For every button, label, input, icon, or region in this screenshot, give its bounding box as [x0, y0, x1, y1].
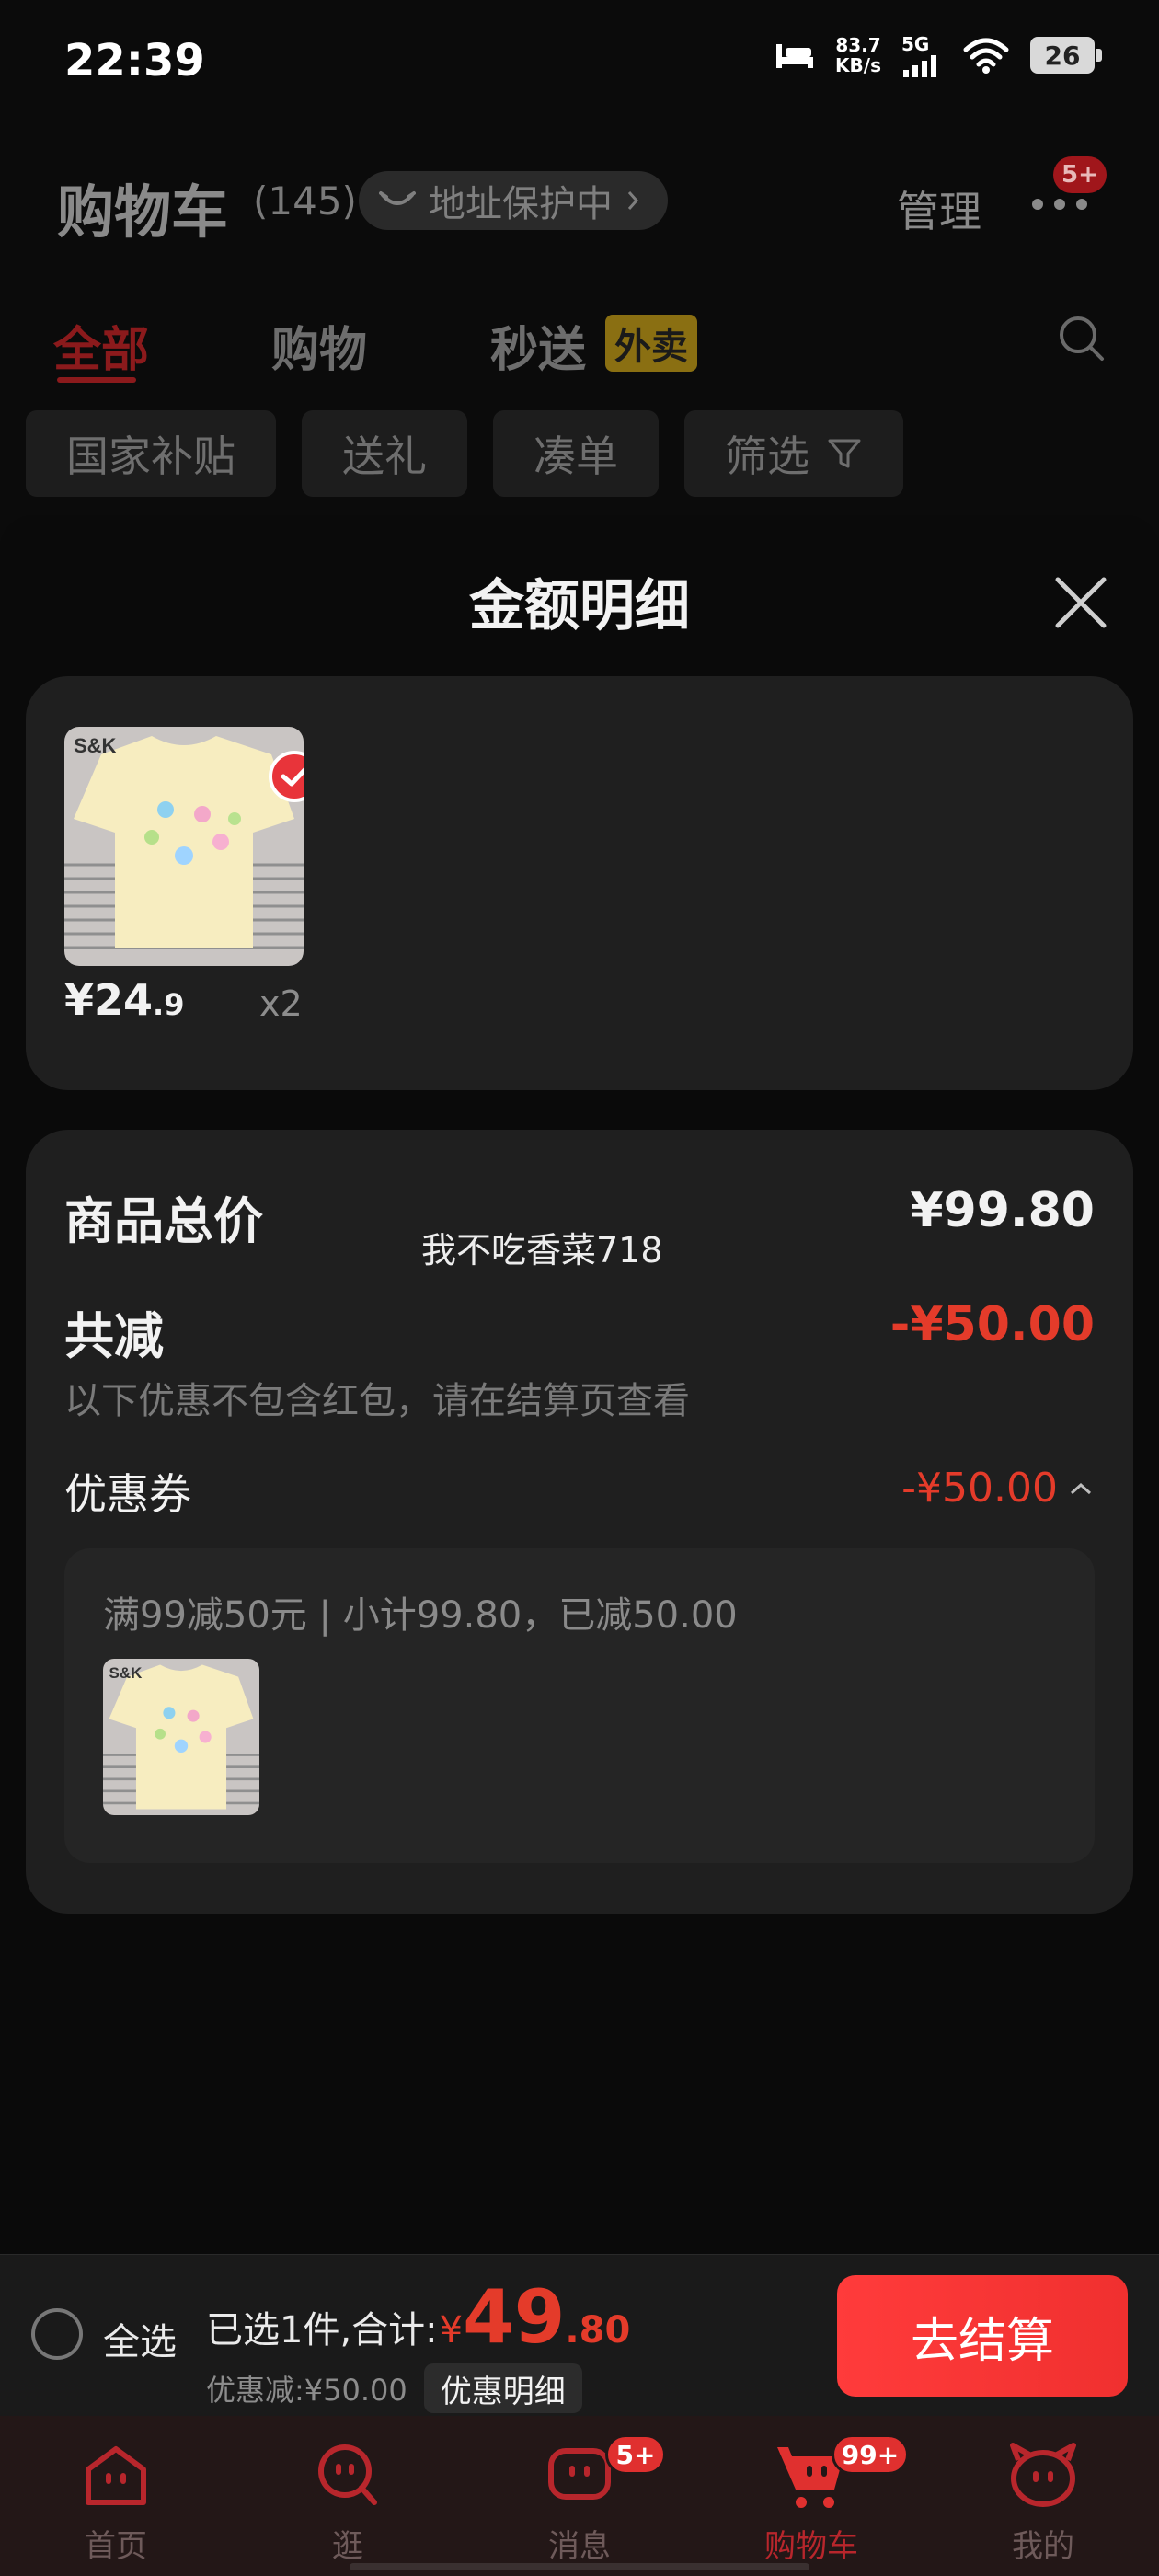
status-bar: 22:39 83.7 KB/s 5G 26: [0, 0, 1159, 129]
coupon-label: 优惠券: [64, 1469, 191, 1519]
nav-label: 首页: [85, 2528, 147, 2565]
product-image[interactable]: S&K: [64, 727, 304, 966]
tshirt-image: S&K: [64, 727, 304, 966]
tab-express[interactable]: 秒送: [490, 311, 586, 380]
tab-active-underline: [57, 377, 136, 383]
checkout-button[interactable]: 去结算: [837, 2275, 1128, 2397]
product-price: ¥24.9: [64, 975, 184, 1025]
total-label: 商品总价: [64, 1192, 263, 1250]
manage-button[interactable]: 管理: [897, 178, 981, 239]
tab-all[interactable]: 全部: [53, 311, 149, 380]
more-icon[interactable]: [1028, 193, 1093, 212]
price-detail-card: 商品总价 ¥99.80 我不吃香菜718 共减 -¥50.00 以下优惠不包含红…: [26, 1130, 1133, 1914]
browse-icon: [318, 2444, 377, 2505]
status-time: 22:39: [64, 35, 205, 86]
app-root: 22:39 83.7 KB/s 5G 26 购物车 (145) 地址保护中 管理…: [0, 0, 1159, 2576]
user-watermark: 我不吃香菜718: [421, 1230, 663, 1271]
tshirt-image: S&K: [103, 1659, 259, 1815]
sum-line: 已选1件,合计: ¥ 49 .80: [206, 2281, 630, 2354]
network-type: 5G: [901, 33, 930, 55]
filter-chips: 国家补贴 送礼 凑单 筛选: [26, 410, 903, 497]
address-protection-label: 地址保护中: [429, 183, 613, 225]
wifi-icon: [963, 38, 1009, 74]
takeout-tag: 外卖: [605, 315, 697, 372]
checkout-bar: 全选 已选1件,合计: ¥ 49 .80 优惠减:¥50.00 优惠明细 去结算: [0, 2254, 1159, 2416]
signal-icon: [903, 55, 936, 77]
tab-shopping[interactable]: 购物: [271, 311, 367, 380]
nav-home[interactable]: 首页: [24, 2434, 208, 2566]
brand-logo: S&K: [109, 1664, 143, 1682]
total-amount-dec: .80: [565, 2309, 631, 2352]
nav-label: 我的: [1012, 2528, 1074, 2565]
net-speed-value: 83.7: [835, 34, 881, 56]
amount-detail-sheet: 金额明细 S&K ¥24.9 x2 商品总价 ¥99.80 我不吃香菜718 共…: [0, 515, 1159, 2263]
coupon-toggle[interactable]: -¥50.00: [901, 1465, 1095, 1512]
coupon-value: -¥50.00: [901, 1465, 1058, 1512]
cart-badge: 99+: [832, 2434, 909, 2475]
nav-cart[interactable]: 购物车 99+: [719, 2434, 909, 2566]
reduce-label: 共减: [64, 1307, 164, 1365]
chevron-up-icon: [1070, 1482, 1092, 1494]
filter-label: 国家补贴: [66, 431, 235, 481]
chevron-right-icon: [627, 191, 639, 210]
nav-browse[interactable]: 逛: [256, 2434, 440, 2566]
close-icon[interactable]: [1049, 570, 1113, 635]
status-icons: 83.7 KB/s 5G 26: [775, 33, 1102, 77]
net-speed-unit: KB/s: [835, 54, 881, 76]
messages-badge: 5+: [605, 2434, 666, 2475]
sheet-title: 金额明细: [469, 574, 690, 638]
price-dec: .9: [153, 987, 185, 1022]
filter-label: 筛选: [725, 431, 809, 481]
page-title: 购物车: [57, 178, 229, 246]
reduce-note: 以下优惠不包含红包，请在结算页查看: [64, 1380, 690, 1422]
nav-label: 购物车: [764, 2528, 858, 2565]
selected-check-icon[interactable]: [269, 751, 304, 802]
bed-icon: [776, 44, 814, 68]
discount-detail-button[interactable]: 优惠明细: [423, 2363, 582, 2413]
currency-symbol: ¥: [439, 2309, 464, 2352]
price-int: ¥24: [64, 975, 154, 1025]
nav-profile[interactable]: 我的: [951, 2434, 1135, 2566]
smile-icon: [379, 191, 416, 205]
coupon-description: 满99减50元 | 小计99.80，已减50.00: [103, 1594, 738, 1637]
filter-screen[interactable]: 筛选: [684, 410, 903, 497]
discount-amount: 优惠减:¥50.00: [206, 2373, 407, 2408]
nav-messages[interactable]: 消息 5+: [488, 2434, 671, 2566]
funnel-icon: [828, 439, 861, 468]
select-all-radio[interactable]: [31, 2308, 83, 2360]
total-value: ¥99.80: [910, 1183, 1095, 1238]
discount-line: 优惠减:¥50.00 优惠明细: [206, 2363, 582, 2413]
nav-label: 逛: [332, 2528, 363, 2565]
net-speed: 83.7 KB/s: [835, 35, 881, 75]
profile-icon: [1010, 2443, 1076, 2507]
filter-national-subsidy[interactable]: 国家补贴: [26, 410, 276, 497]
coupon-product-image[interactable]: S&K: [103, 1659, 259, 1815]
coupon-detail-box: 满99减50元 | 小计99.80，已减50.00 S&K: [64, 1548, 1095, 1863]
cart-count: (145): [253, 178, 357, 224]
filter-gift[interactable]: 送礼: [302, 410, 467, 497]
home-icon: [86, 2446, 146, 2505]
cellular-block: 5G: [901, 33, 942, 77]
selected-summary: 已选1件,合计:: [206, 2309, 438, 2352]
more-badge: 5+: [1053, 156, 1107, 193]
filter-label: 凑单: [534, 431, 618, 481]
filter-bundle[interactable]: 凑单: [493, 410, 659, 497]
bottom-nav: 首页 逛 消息 5+ 购物车 99+ 我的: [0, 2416, 1159, 2576]
address-protection-pill[interactable]: 地址保护中: [359, 171, 668, 230]
cart-header: 购物车 (145) 地址保护中 管理 5+: [0, 138, 1159, 267]
selected-products-card: S&K ¥24.9 x2: [26, 676, 1133, 1090]
select-all-label[interactable]: 全选: [103, 2312, 177, 2365]
cart-tabs: 全部 购物 秒送 外卖: [0, 294, 1159, 396]
search-icon[interactable]: [1056, 313, 1107, 364]
brand-logo: S&K: [74, 734, 117, 757]
home-indicator: [350, 2563, 809, 2570]
total-amount-int: 49: [463, 2274, 566, 2360]
product-quantity: x2: [259, 983, 303, 1024]
filter-label: 送礼: [342, 431, 427, 481]
battery-icon: 26: [1030, 37, 1102, 74]
reduce-value: -¥50.00: [889, 1297, 1095, 1352]
nav-label: 消息: [548, 2528, 611, 2565]
